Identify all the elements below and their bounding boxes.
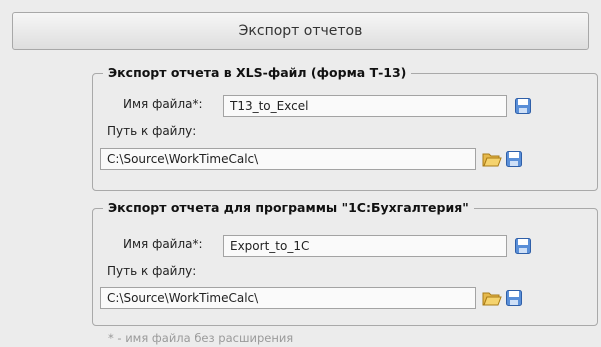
group-legend: Экспорт отчета для программы "1С:Бухгалт… [103,200,474,215]
save-icon[interactable] [505,150,523,168]
1c-file-path-input[interactable] [100,287,476,309]
xls-file-name-input[interactable] [223,95,507,117]
group-legend: Экспорт отчета в XLS-файл (форма Т-13) [103,65,412,80]
save-icon[interactable] [514,97,532,115]
1c-file-name-input[interactable] [223,235,507,257]
xls-file-path-input[interactable] [100,148,476,170]
xls-export-group: Экспорт отчета в XLS-файл (форма Т-13) И… [92,65,598,191]
file-name-label: Имя файла*: [123,237,203,251]
folder-open-icon[interactable] [482,150,502,168]
save-icon[interactable] [514,237,532,255]
file-path-label: Путь к файлу: [107,124,197,138]
section-title: Экспорт отчетов [238,23,363,39]
file-name-label: Имя файла*: [123,97,203,111]
section-header: Экспорт отчетов [12,12,589,50]
footnote: * - имя файла без расширения [108,331,294,345]
1c-export-group: Экспорт отчета для программы "1С:Бухгалт… [92,200,598,326]
file-path-label: Путь к файлу: [107,264,197,278]
save-icon[interactable] [505,289,523,307]
folder-open-icon[interactable] [482,289,502,307]
